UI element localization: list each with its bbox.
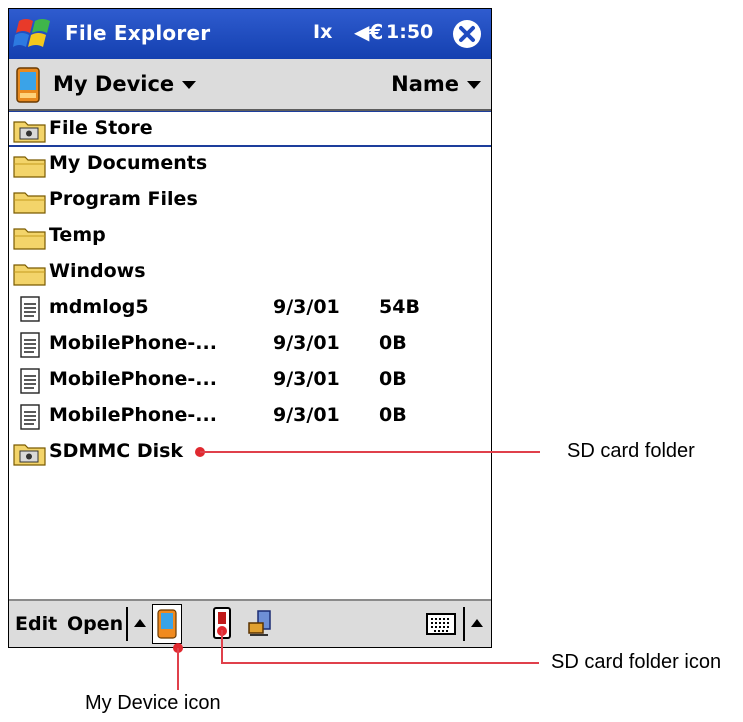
file-size: 0B <box>379 332 407 354</box>
sort-dropdown[interactable]: Name <box>391 72 481 96</box>
open-menu[interactable]: Open <box>67 613 123 635</box>
scroll-up-icon[interactable] <box>134 619 146 627</box>
file-name: My Documents <box>49 152 208 174</box>
file-list: File Store My Documents Program Files Te… <box>9 111 491 471</box>
file-name: Temp <box>49 224 106 246</box>
file-name: File Store <box>49 117 153 139</box>
title-bar: File Explorer Ix ◀€ 1:50 <box>9 9 491 59</box>
file-name: mdmlog5 <box>49 296 149 318</box>
document-icon <box>20 404 40 430</box>
file-name: MobilePhone-... <box>49 404 217 426</box>
my-device-icon[interactable] <box>15 67 41 103</box>
list-item[interactable]: mdmlog5 9/3/01 54B <box>9 291 491 327</box>
toolbar-divider <box>126 607 128 641</box>
file-name: Program Files <box>49 188 198 210</box>
file-name: MobilePhone-... <box>49 332 217 354</box>
list-item[interactable]: Temp <box>9 219 491 255</box>
list-item[interactable]: My Documents <box>9 147 491 183</box>
app-title: File Explorer <box>65 21 211 45</box>
callout-sd-card-folder-icon: SD card folder icon <box>551 651 722 673</box>
pda-screen: File Explorer Ix ◀€ 1:50 My Device Name <box>8 8 492 648</box>
list-item-sd-card[interactable]: SDMMC Disk <box>9 435 491 471</box>
file-date: 9/3/01 <box>273 368 340 390</box>
list-item[interactable]: Program Files <box>9 183 491 219</box>
file-name: Windows <box>49 260 146 282</box>
connectivity-icon[interactable]: Ix <box>313 21 332 43</box>
windows-flag-icon[interactable] <box>13 15 57 53</box>
location-label: My Device <box>53 72 175 96</box>
list-item[interactable]: MobilePhone-... 9/3/01 0B <box>9 363 491 399</box>
callout-line <box>177 648 179 690</box>
bottom-toolbar: Edit Open <box>9 599 491 647</box>
my-device-icon <box>157 609 177 639</box>
file-date: 9/3/01 <box>273 332 340 354</box>
document-icon <box>20 296 40 322</box>
file-date: 9/3/01 <box>273 296 340 318</box>
callout-sd-card-folder: SD card folder <box>567 440 695 462</box>
callout-my-device-icon: My Device icon <box>85 692 221 714</box>
callout-line <box>221 630 223 664</box>
folder-bar: My Device Name <box>9 59 491 111</box>
list-item[interactable]: MobilePhone-... 9/3/01 0B <box>9 327 491 363</box>
list-item[interactable]: File Store <box>9 111 491 147</box>
input-selector-arrow-icon[interactable] <box>471 619 483 627</box>
keyboard-icon[interactable] <box>426 613 456 635</box>
file-name: SDMMC Disk <box>49 440 184 462</box>
chevron-down-icon <box>467 81 481 89</box>
storage-folder-icon <box>13 444 46 466</box>
file-size: 0B <box>379 404 407 426</box>
storage-folder-icon <box>13 121 46 143</box>
folder-icon <box>13 264 46 286</box>
callout-line <box>221 662 539 664</box>
file-size: 54B <box>379 296 420 318</box>
document-icon <box>20 332 40 358</box>
clock[interactable]: 1:50 <box>386 21 433 43</box>
list-item[interactable]: Windows <box>9 255 491 291</box>
edit-menu[interactable]: Edit <box>15 613 57 635</box>
location-dropdown[interactable]: My Device <box>53 72 197 96</box>
network-device-icon[interactable] <box>246 609 274 637</box>
file-size: 0B <box>379 368 407 390</box>
my-device-toolbar-button[interactable] <box>152 604 182 644</box>
volume-icon[interactable]: ◀€ <box>354 20 383 44</box>
folder-icon <box>13 156 46 178</box>
sort-label: Name <box>391 72 459 96</box>
callout-line <box>200 451 540 453</box>
chevron-down-icon <box>182 81 197 89</box>
toolbar-divider <box>463 607 465 641</box>
list-item[interactable]: MobilePhone-... 9/3/01 0B <box>9 399 491 435</box>
folder-icon <box>13 228 46 250</box>
file-date: 9/3/01 <box>273 404 340 426</box>
folder-icon <box>13 192 46 214</box>
file-name: MobilePhone-... <box>49 368 217 390</box>
close-icon[interactable] <box>451 18 483 50</box>
document-icon <box>20 368 40 394</box>
